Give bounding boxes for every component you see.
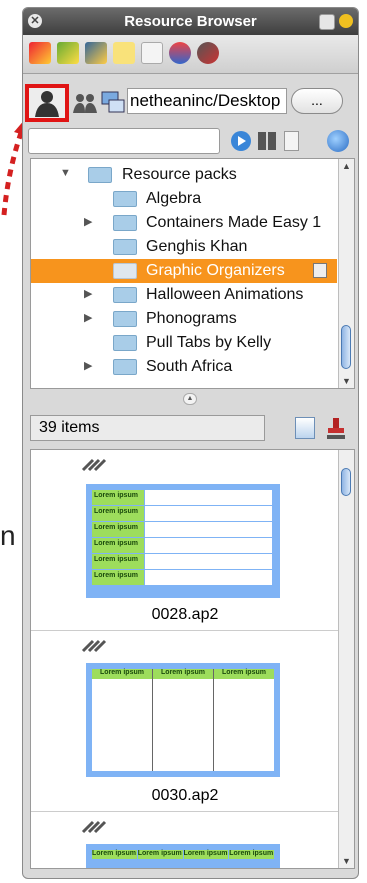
stamp-icon[interactable] [325, 416, 347, 440]
gallery-item[interactable]: Lorem ipsum Lorem ipsum Lorem ipsum 0030… [31, 631, 339, 812]
resource-browser-panel: ✕ Resource Browser netheaninc/Desktop ..… [22, 7, 359, 879]
thumbnail-view-icon[interactable] [258, 132, 276, 150]
thumbnail-cell: Lorem ipsum [92, 850, 137, 859]
tree-item[interactable]: Algebra [31, 187, 337, 211]
document-view-icon[interactable] [284, 131, 299, 151]
expand-arrow-icon[interactable]: ▶ [84, 359, 92, 372]
spinner-tab-icon[interactable] [169, 42, 191, 64]
tree-scroll-thumb[interactable] [341, 325, 351, 369]
drag-handle-icon[interactable] [81, 818, 107, 834]
thumbnail-cell: Lorem ipsum [137, 850, 183, 859]
backgrounds-tab-icon[interactable] [85, 42, 107, 64]
computer-icon[interactable] [101, 90, 125, 114]
folder-icon [113, 335, 137, 351]
browse-button[interactable]: ... [291, 88, 343, 114]
search-go-icon[interactable] [230, 130, 252, 152]
folder-icon [113, 215, 137, 231]
tree-item-label: Graphic Organizers [146, 262, 285, 279]
scroll-down-icon[interactable]: ▼ [342, 376, 351, 386]
folder-icon [113, 263, 137, 279]
thumbnail-cell: Lorem ipsum [183, 850, 229, 859]
thumbnail-cell: Lorem ipsum [214, 669, 274, 679]
expand-arrow-icon[interactable]: ▶ [84, 287, 92, 300]
gallery-scrollbar[interactable]: ▼ [338, 450, 354, 868]
filter-icon[interactable] [295, 417, 315, 439]
tree-item[interactable]: ▼ Resource packs [31, 163, 337, 187]
globe-search-icon[interactable] [327, 130, 349, 152]
thumbnail-cell: Lorem ipsum [229, 850, 274, 859]
tools-tab-icon[interactable] [197, 42, 219, 64]
notes-tab-icon[interactable] [113, 42, 135, 64]
my-resources-button[interactable] [25, 84, 69, 122]
item-count: 39 items [30, 415, 265, 441]
gallery-item[interactable]: Lorem ipsum Lorem ipsum Lorem ipsum Lore… [31, 450, 339, 631]
path-field[interactable]: netheaninc/Desktop [127, 88, 287, 114]
cropped-text: n [0, 520, 16, 551]
documents-tab-icon[interactable] [141, 42, 163, 64]
expand-arrow-icon[interactable]: ▼ [60, 167, 71, 179]
tree-item-label: Resource packs [122, 166, 237, 183]
resource-gallery: Lorem ipsum Lorem ipsum Lorem ipsum Lore… [30, 449, 355, 869]
gallery-item-filename: 0030.ap2 [151, 787, 219, 804]
tree-item-label: Phonograms [146, 310, 237, 327]
folder-icon [113, 287, 137, 303]
drag-handle-icon[interactable] [81, 456, 107, 472]
window-title: Resource Browser [124, 13, 257, 30]
tree-item[interactable]: ▶ Halloween Animations [31, 283, 337, 307]
search-input[interactable] [28, 128, 220, 154]
tree-item[interactable]: ▶ Phonograms [31, 307, 337, 331]
thumbnail-header: Lorem ipsum Lorem ipsum Lorem ipsum Lore… [92, 850, 274, 859]
thumbnail-cell: Lorem ipsum [92, 522, 144, 537]
splitter-handle[interactable]: ▲ [183, 393, 197, 405]
thumbnail-cell: Lorem ipsum [92, 506, 144, 521]
resource-thumbnail: Lorem ipsum Lorem ipsum Lorem ipsum Lore… [86, 844, 280, 868]
drag-handle-icon[interactable] [81, 637, 107, 653]
info-icon[interactable] [313, 263, 327, 278]
expand-arrow-icon[interactable]: ▶ [84, 215, 92, 228]
title-bar: ✕ Resource Browser [23, 8, 358, 35]
thumbnail-cell: Lorem ipsum [92, 538, 144, 553]
thumbnail-cell: Lorem ipsum [92, 554, 144, 569]
resource-thumbnail: Lorem ipsum Lorem ipsum Lorem ipsum Lore… [86, 484, 280, 598]
page-tab-icon[interactable] [29, 42, 51, 64]
gallery-scroll-thumb[interactable] [341, 468, 351, 496]
tree-item-label: Containers Made Easy 1 [146, 214, 322, 231]
folder-icon [113, 359, 137, 375]
gallery-item[interactable]: Lorem ipsum Lorem ipsum Lorem ipsum Lore… [31, 812, 339, 868]
shared-users-icon[interactable] [73, 92, 97, 114]
resource-tree: ▼ Resource packs Algebra ▶ Containers Ma… [30, 158, 355, 389]
tree-item[interactable]: ▶ South Africa [31, 355, 337, 379]
thumbnail-cell: Lorem ipsum [153, 669, 213, 679]
minimize-icon[interactable] [319, 14, 335, 30]
user-icon [35, 91, 59, 117]
thumbnail-columns: Lorem ipsum Lorem ipsum Lorem ipsum [92, 669, 274, 771]
folder-icon [113, 239, 137, 255]
tree-item-label: Algebra [146, 190, 202, 207]
thumbnail-cell: Lorem ipsum [92, 669, 152, 679]
tree-scrollbar[interactable]: ▲ ▼ [338, 159, 354, 388]
tree-item-label: Pull Tabs by Kelly [146, 334, 272, 351]
thumbnail-cell: Lorem ipsum [92, 570, 144, 585]
folder-icon [113, 191, 137, 207]
tree-item[interactable]: Genghis Khan [31, 235, 337, 259]
options-icon[interactable] [339, 14, 353, 28]
thumbnail-table: Lorem ipsum Lorem ipsum Lorem ipsum Lore… [92, 490, 272, 586]
tree-item-selected[interactable]: Graphic Organizers [31, 259, 337, 283]
scroll-up-icon[interactable]: ▲ [342, 161, 351, 171]
expand-arrow-icon[interactable]: ▶ [84, 311, 92, 324]
tree-item[interactable]: ▶ Containers Made Easy 1 [31, 211, 337, 235]
images-tab-icon[interactable] [57, 42, 79, 64]
tree-item-label: Genghis Khan [146, 238, 248, 255]
resource-thumbnail: Lorem ipsum Lorem ipsum Lorem ipsum [86, 663, 280, 777]
tree-item-label: South Africa [146, 358, 233, 375]
folder-icon [113, 311, 137, 327]
scroll-down-icon[interactable]: ▼ [342, 856, 351, 866]
tab-bar [23, 35, 358, 74]
thumbnail-cell: Lorem ipsum [92, 490, 144, 505]
tree-item-label: Halloween Animations [146, 286, 304, 303]
source-row: netheaninc/Desktop ... [23, 78, 358, 122]
folder-icon [88, 167, 112, 183]
gallery-item-filename: 0028.ap2 [151, 606, 219, 623]
tree-item[interactable]: Pull Tabs by Kelly [31, 331, 337, 355]
